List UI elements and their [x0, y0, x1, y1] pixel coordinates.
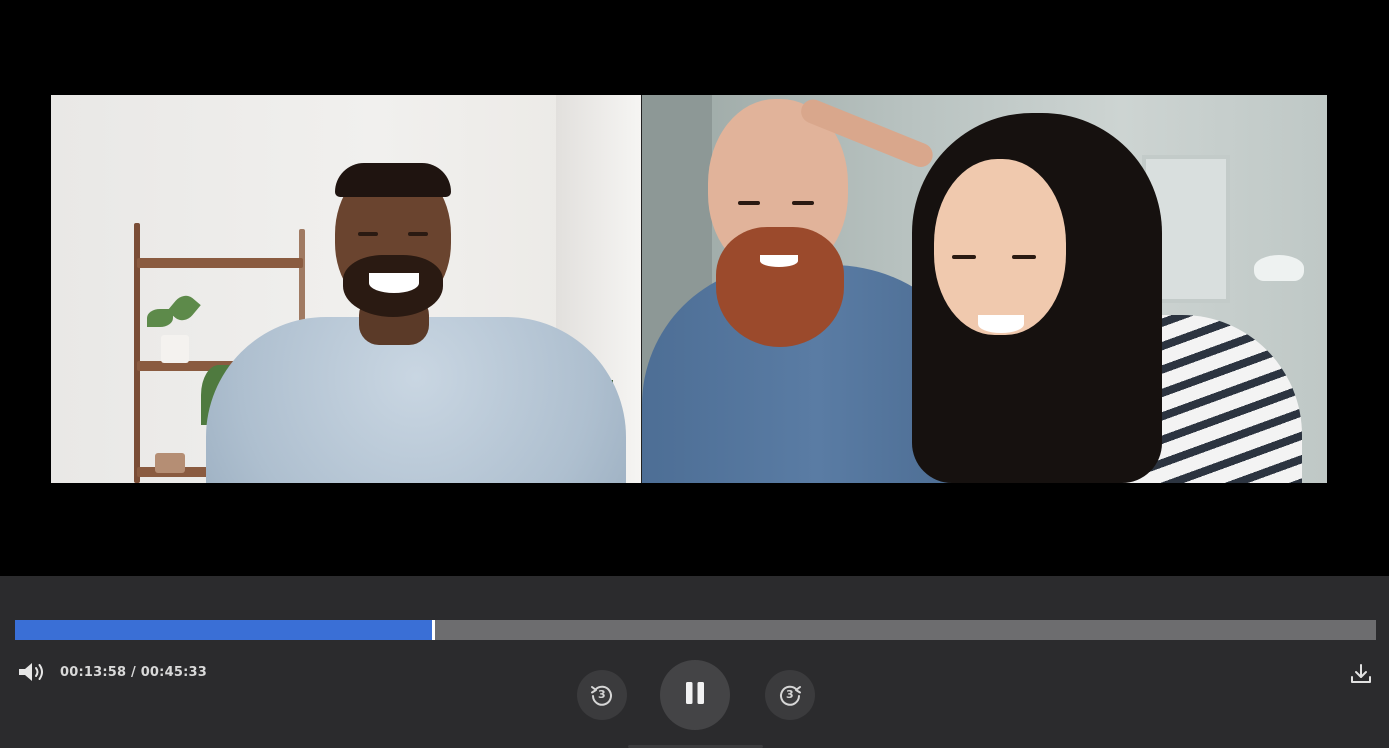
total-duration: 00:45:33 [140, 665, 207, 680]
forward-button[interactable]: 3 [765, 670, 815, 720]
video-frame[interactable] [51, 95, 1327, 483]
time-readout: 00:13:58 / 00:45:33 [60, 665, 207, 680]
rewind-icon: 3 [589, 682, 615, 708]
participant-tile-right [642, 95, 1327, 483]
eye [1012, 255, 1036, 259]
volume-button[interactable] [14, 660, 48, 688]
eye [358, 232, 378, 236]
download-icon [1349, 662, 1373, 691]
participant-tile-left [51, 95, 641, 483]
shelf-board [137, 258, 303, 268]
head [934, 159, 1066, 335]
eye [792, 201, 814, 205]
rewind-button[interactable]: 3 [577, 670, 627, 720]
beard [716, 227, 844, 347]
pause-icon [684, 681, 706, 710]
forward-icon: 3 [777, 682, 803, 708]
player-controls: 00:13:58 / 00:45:33 3 3 [0, 576, 1389, 748]
eye [738, 201, 760, 205]
plant-pot [155, 453, 185, 473]
smile [760, 255, 798, 267]
progress-fill [15, 620, 433, 640]
plant-pot [161, 335, 189, 363]
video-viewport[interactable] [0, 0, 1389, 576]
volume-icon [16, 661, 46, 688]
hair [335, 163, 451, 197]
current-time: 00:13:58 [60, 665, 127, 680]
lamp [1254, 255, 1304, 281]
smile [369, 273, 419, 293]
smile [978, 315, 1024, 333]
download-button[interactable] [1346, 662, 1376, 690]
pause-button[interactable] [660, 660, 730, 730]
eye [408, 232, 428, 236]
time-separator: / [126, 665, 141, 680]
eye [952, 255, 976, 259]
forward-seconds: 3 [786, 688, 794, 701]
rewind-seconds: 3 [598, 688, 606, 701]
progress-handle[interactable] [431, 620, 435, 640]
video-player: 00:13:58 / 00:45:33 3 3 [0, 0, 1389, 748]
progress-bar[interactable] [15, 620, 1376, 640]
